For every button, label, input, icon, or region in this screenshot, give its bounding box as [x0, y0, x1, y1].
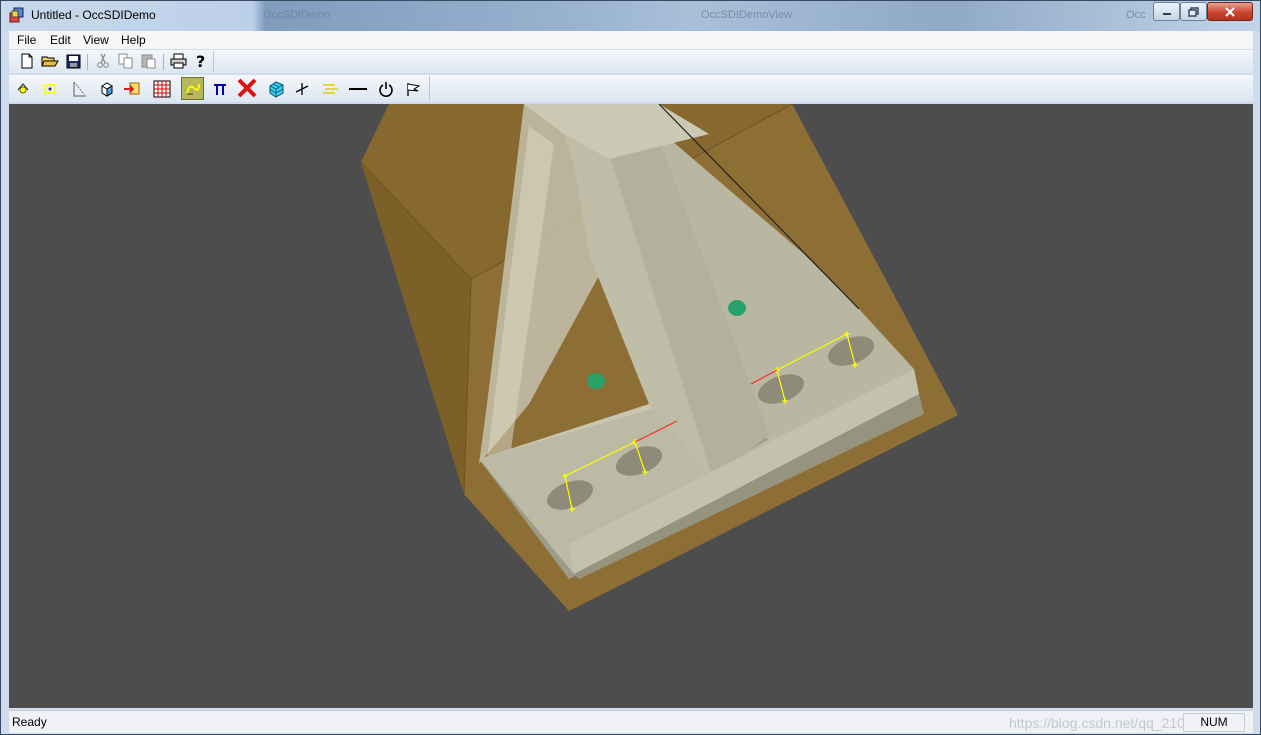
power-button[interactable] — [376, 79, 396, 99]
save-icon — [66, 54, 80, 68]
grid-pattern-button[interactable] — [152, 79, 172, 99]
flag-button[interactable] — [403, 79, 423, 99]
import-button[interactable] — [122, 79, 142, 99]
help-icon: ? — [196, 53, 205, 70]
toolbar-group — [9, 76, 430, 101]
copy-button[interactable] — [116, 51, 136, 71]
background-tab-title: OccSDIDemoView — [701, 9, 792, 21]
axis-button[interactable] — [292, 79, 312, 99]
line-button[interactable] — [348, 79, 368, 99]
app-icon — [9, 7, 24, 23]
print-button[interactable] — [168, 51, 188, 71]
flag-icon — [407, 83, 421, 96]
open-folder-icon — [41, 56, 59, 67]
status-bar: Ready https://blog.csdn.net/qq_21097233 … — [9, 710, 1253, 733]
cut-button[interactable] — [93, 51, 113, 71]
menu-edit[interactable]: Edit — [50, 33, 71, 47]
new-button[interactable] — [17, 51, 37, 71]
sketch-curve-icon — [185, 83, 200, 94]
app-window: Untitled - OccSDIDemo OccSDIDemo OccSDID… — [0, 0, 1261, 735]
select-vertex-icon — [17, 83, 29, 94]
title-bar[interactable]: Untitled - OccSDIDemo OccSDIDemo OccSDID… — [1, 1, 1260, 31]
maximize-button[interactable] — [1180, 2, 1207, 21]
toolbar-group: ? — [9, 51, 214, 72]
text-t-icon — [214, 84, 226, 95]
help-button[interactable]: ? — [191, 51, 211, 71]
text-button[interactable] — [210, 79, 230, 99]
occ-toolbar — [9, 75, 1253, 102]
background-tab-title: Occ — [1126, 9, 1146, 21]
mesh-button[interactable] — [266, 79, 286, 99]
select-edge-button[interactable] — [40, 79, 60, 99]
menu-view[interactable]: View — [83, 33, 109, 47]
menu-file[interactable]: File — [17, 33, 36, 47]
menu-bar: File Edit View Help — [9, 31, 1253, 50]
cube-mesh-icon — [269, 81, 284, 98]
dash-line-icon — [349, 88, 367, 90]
toolbar-separator — [87, 54, 88, 70]
box-shape-button[interactable] — [97, 79, 117, 99]
power-icon — [379, 82, 393, 97]
scene-svg[interactable] — [9, 104, 1253, 708]
measure-angle-button[interactable] — [69, 79, 89, 99]
close-button[interactable] — [1207, 2, 1253, 21]
minimize-icon — [1162, 12, 1171, 15]
green-marker — [587, 373, 605, 389]
restore-icon — [1188, 6, 1199, 17]
delete-x-icon — [237, 78, 257, 98]
grid-pattern-icon — [153, 80, 171, 98]
green-marker — [728, 300, 746, 316]
open-button[interactable] — [40, 51, 60, 71]
svg-text:?: ? — [196, 53, 205, 70]
axis-icon — [295, 83, 309, 95]
delete-button[interactable] — [237, 78, 257, 98]
close-icon — [1225, 6, 1235, 17]
cut-icon — [97, 53, 109, 68]
paste-icon — [141, 54, 156, 69]
minimize-button[interactable] — [1153, 2, 1180, 21]
menu-help[interactable]: Help — [121, 33, 146, 47]
measure-angle-icon — [73, 81, 86, 97]
num-lock-indicator: NUM — [1183, 713, 1245, 732]
3d-viewport[interactable] — [9, 104, 1253, 708]
status-text: Ready — [12, 715, 47, 729]
window-title: Untitled - OccSDIDemo — [31, 8, 156, 22]
save-button[interactable] — [63, 51, 83, 71]
background-tab-title: OccSDIDemo — [263, 9, 331, 21]
copy-icon — [118, 53, 133, 69]
lines-button[interactable] — [320, 79, 340, 99]
toolbar-separator — [163, 54, 164, 70]
sketch-curve-button[interactable] — [181, 77, 204, 100]
import-arrow-icon — [124, 82, 140, 95]
lines-icon — [323, 84, 338, 94]
select-vertex-button[interactable] — [13, 79, 33, 99]
paste-button[interactable] — [139, 51, 159, 71]
new-file-icon — [21, 53, 33, 69]
box-shape-icon — [101, 82, 113, 97]
select-edge-icon — [44, 84, 56, 94]
standard-toolbar: ? — [9, 50, 1253, 73]
print-icon — [170, 53, 186, 69]
